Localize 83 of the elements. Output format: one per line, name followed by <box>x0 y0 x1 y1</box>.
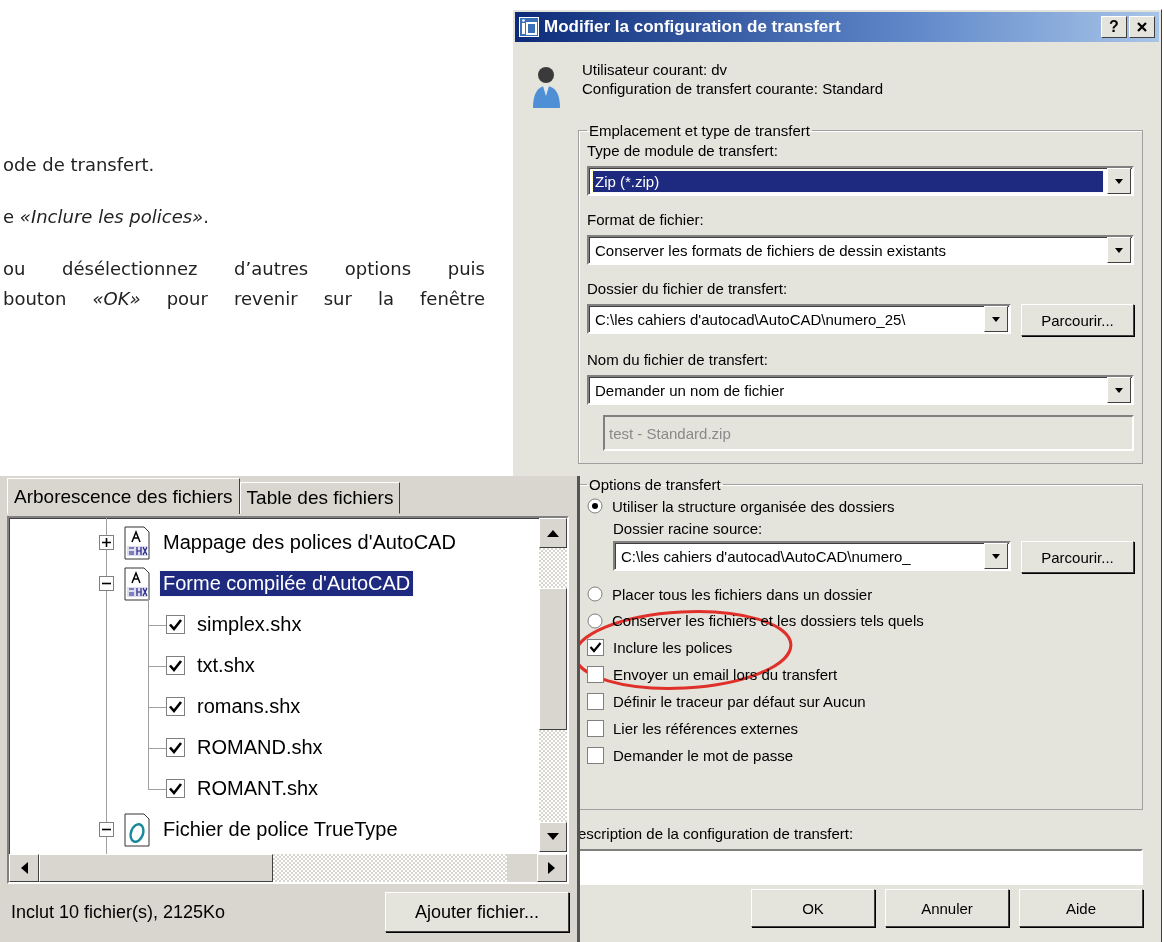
dropdown-arrow-icon <box>990 551 1002 561</box>
tree-item[interactable]: txt.shx <box>197 654 255 677</box>
option-label: Utiliser la structure organisée des dossiers <box>612 496 895 516</box>
scroll-thumb[interactable] <box>39 854 273 882</box>
add-file-button[interactable]: Ajouter fichier... <box>385 892 569 932</box>
dropdown[interactable]: Zip (*.zip) <box>587 166 1134 196</box>
field-label: Nom du fichier de transfert: <box>587 350 769 369</box>
radio-button[interactable] <box>587 586 603 602</box>
option-label: Définir le traceur par défaut sur Aucun <box>613 692 866 711</box>
radio-button[interactable] <box>587 612 603 629</box>
user-label: Utilisateur courant: dv <box>582 60 729 79</box>
config-label: Configuration de transfert courante: Standard <box>582 79 884 98</box>
option-label: Inclure les polices <box>613 638 733 657</box>
minus-icon <box>99 576 114 591</box>
tab[interactable]: Arborescence des fichiers <box>7 478 240 514</box>
tree-item[interactable]: ROMANT.shx <box>197 777 319 800</box>
option-label: Demander le mot de passe <box>613 746 794 765</box>
field-label: Format de fichier: <box>587 210 705 229</box>
description-field[interactable] <box>578 849 1143 885</box>
option-label: Lier les références externes <box>613 719 799 738</box>
field-label: Dossier du fichier de transfert: <box>587 279 789 298</box>
paragraph: e «Inclure les polices». <box>3 205 210 229</box>
checkbox[interactable] <box>587 720 604 737</box>
checkbox[interactable] <box>587 666 604 683</box>
font-file-icon <box>124 812 150 847</box>
minus-icon <box>99 822 114 837</box>
dropdown[interactable]: Conserver les formats de fichiers de dessin existants <box>587 235 1134 265</box>
status-text: Inclut 10 fichier(s), 2125Ko <box>10 901 226 923</box>
tab[interactable]: Table des fichiers <box>239 482 401 514</box>
tree-item[interactable]: ROMAND.shx <box>197 736 323 759</box>
scroll-down-icon <box>546 832 560 842</box>
plus-icon <box>99 535 114 550</box>
field-label: Dossier racine source: <box>613 519 764 538</box>
radio-button[interactable] <box>587 498 603 514</box>
close-button[interactable] <box>1129 16 1155 38</box>
checkbox[interactable] <box>166 779 185 798</box>
checkbox[interactable] <box>587 639 604 656</box>
scroll-up-icon <box>546 528 560 538</box>
tree-item[interactable]: Fichier de police TrueType <box>160 817 401 842</box>
vertical-scrollbar[interactable] <box>539 518 567 852</box>
tree-item[interactable]: simplex.shx <box>197 613 302 636</box>
dropdown-arrow-icon <box>1113 245 1125 255</box>
app-icon <box>519 17 539 37</box>
group-title: Emplacement et type de transfert <box>588 122 811 139</box>
checkbox[interactable] <box>587 693 604 710</box>
user-icon <box>530 64 562 108</box>
dropdown-arrow-icon <box>990 314 1002 324</box>
dropdown[interactable]: Demander un nom de fichier <box>587 375 1134 405</box>
window-title: Modifier la configuration de transfert <box>544 17 842 37</box>
option-label: Placer tous les fichiers dans un dossier <box>612 584 873 604</box>
dialog-button[interactable]: Annuler <box>885 889 1009 927</box>
scroll-right-icon <box>547 861 557 875</box>
dropdown-arrow-icon <box>1113 176 1125 186</box>
paragraph: ode de transfert. <box>3 153 156 177</box>
help-button[interactable]: ? <box>1101 16 1127 38</box>
dropdown[interactable]: C:\les cahiers d'autocad\AutoCAD\numero_ <box>613 541 1011 571</box>
dialog-button[interactable]: Aide <box>1019 889 1143 927</box>
checkbox[interactable] <box>166 738 185 757</box>
close-icon <box>1136 21 1148 33</box>
expander-box[interactable] <box>99 535 114 550</box>
dropdown[interactable]: C:\les cahiers d'autocad\AutoCAD\numero_25\ <box>587 304 1011 334</box>
horizontal-scrollbar[interactable] <box>9 854 567 882</box>
browse-button[interactable]: Parcourir... <box>1021 304 1134 336</box>
dropdown-arrow-icon <box>1113 385 1125 395</box>
expander-box[interactable] <box>99 822 114 837</box>
tree-item[interactable]: Mappage des polices d'AutoCAD <box>160 530 459 555</box>
browse-button[interactable]: Parcourir... <box>1021 541 1134 573</box>
field-label: Type de module de transfert: <box>587 141 779 160</box>
expander-box[interactable] <box>99 576 114 591</box>
tree-item[interactable]: Forme compilée d'AutoCAD <box>160 571 414 596</box>
tree-item[interactable]: romans.shx <box>197 695 301 718</box>
scroll-left-icon <box>19 861 29 875</box>
font-file-icon <box>124 566 150 601</box>
description-label: escription de la configuration de transfert: <box>578 824 855 843</box>
checkbox[interactable] <box>587 747 604 764</box>
group-title: Options de transfert <box>588 476 722 493</box>
paragraph: ou désélectionnez d’autres options puis bouton «OK» pour revenir sur la fenêtre <box>3 257 485 311</box>
scroll-thumb[interactable] <box>539 588 567 730</box>
checkbox[interactable] <box>166 697 185 716</box>
font-file-icon <box>124 525 150 560</box>
checkbox[interactable] <box>166 615 185 634</box>
dialog-button[interactable]: OK <box>751 889 875 927</box>
checkbox[interactable] <box>166 656 185 675</box>
